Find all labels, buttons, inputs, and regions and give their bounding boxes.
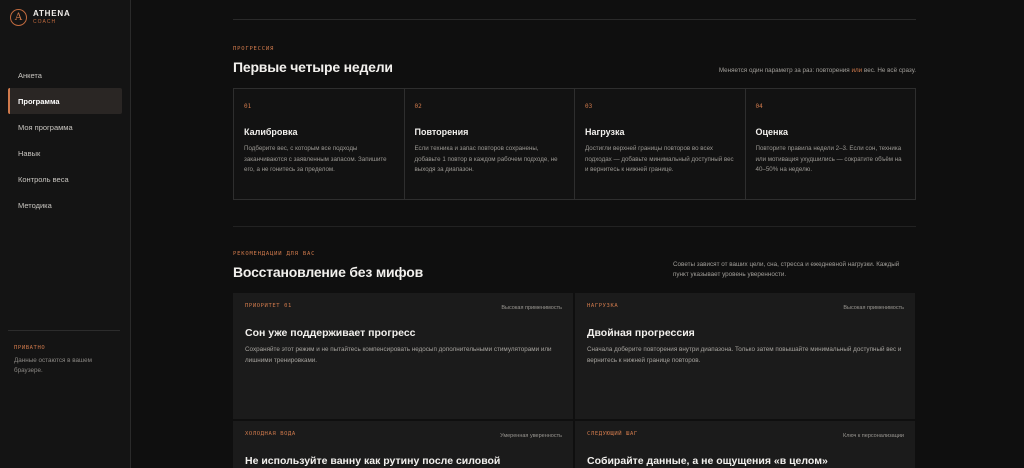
progression-steps: 01 Калибровка Подберите вес, с которым в…: [233, 88, 916, 200]
sidebar-nav: Анкета Программа Моя программа Навык Кон…: [8, 62, 122, 218]
recommendation-card[interactable]: НАГРУЗКА Высокая применимость Двойная пр…: [575, 293, 915, 419]
nav-item-weight-control[interactable]: Контроль веса: [8, 166, 122, 192]
card-text: Сначала доберите повторения внутри диапа…: [587, 346, 902, 364]
step-number: 02: [414, 103, 422, 110]
step-text: Если техника и запас повторов сохранены,…: [414, 145, 558, 173]
nav-item-program[interactable]: Программа: [8, 88, 122, 114]
step-number: 01: [244, 103, 252, 110]
nav-item-questionnaire[interactable]: Анкета: [8, 62, 122, 88]
brand-subtitle: COACH: [33, 19, 57, 25]
nav-item-my-program[interactable]: Моя программа: [8, 114, 122, 140]
progression-kicker: ПРОГРЕССИЯ: [233, 46, 275, 52]
recovery-note: Советы зависят от ваших цели, сна, стрес…: [673, 261, 900, 278]
brand-logo[interactable]: A ATHENA COACH: [10, 9, 71, 26]
progression-title: Первые четыре недели: [233, 59, 393, 75]
step-number: 03: [585, 103, 593, 110]
step-title: Повторения: [414, 127, 469, 137]
step-card: 02 Повторения Если техника и запас повто…: [405, 89, 575, 199]
card-title: Сон уже поддерживает прогресс: [245, 327, 416, 339]
step-card: 01 Калибровка Подберите вес, с которым в…: [234, 89, 405, 199]
step-number: 04: [755, 103, 763, 110]
nav-item-methodology[interactable]: Методика: [8, 192, 122, 218]
step-title: Калибровка: [244, 127, 298, 137]
privacy-text: Данные остаются в вашем браузере.: [14, 357, 92, 374]
step-text: Повторите правила недели 2–3. Если сон, …: [755, 145, 902, 173]
progression-note: Меняется один параметр за раз: повторени…: [718, 67, 916, 74]
step-title: Оценка: [755, 127, 788, 137]
privacy-label: ПРИВАТНО: [14, 345, 46, 351]
sidebar-divider: [8, 330, 120, 331]
step-card: 03 Нагрузка Достигли верхней границы пов…: [575, 89, 746, 199]
recovery-kicker: РЕКОМЕНДАЦИИ ДЛЯ ВАС: [233, 251, 316, 257]
card-confidence: Высокая применимость: [501, 305, 562, 311]
nav-item-skill[interactable]: Навык: [8, 140, 122, 166]
step-card: 04 Оценка Повторите правила недели 2–3. …: [746, 89, 916, 199]
card-title: Не используйте ванну как рутину после си…: [245, 455, 501, 467]
card-title: Двойная прогрессия: [587, 327, 695, 339]
step-text: Достигли верхней границы повторов во все…: [585, 145, 734, 173]
card-confidence: Ключ к персонализации: [843, 433, 904, 439]
recommendation-card[interactable]: ХОЛОДНАЯ ВОДА Умеренная уверенность Не и…: [233, 421, 573, 468]
step-title: Нагрузка: [585, 127, 625, 137]
brand-name: ATHENA: [33, 9, 71, 18]
card-title: Собирайте данные, а не ощущения «в целом…: [587, 455, 828, 467]
recommendation-card[interactable]: СЛЕДУЮЩИЙ ШАГ Ключ к персонализации Соби…: [575, 421, 915, 468]
recovery-title: Восстановление без мифов: [233, 264, 424, 280]
card-confidence: Высокая применимость: [843, 305, 904, 311]
card-text: Сохраняйте этот режим и не пытайтесь ком…: [245, 346, 552, 364]
top-divider: [233, 19, 916, 20]
section-divider: [233, 226, 916, 227]
logo-icon: A: [10, 9, 27, 26]
recommendation-card[interactable]: ПРИОРИТЕТ 01 Высокая применимость Сон уж…: [233, 293, 573, 419]
step-text: Подберите вес, с которым все подходы зак…: [244, 145, 387, 173]
sidebar: A ATHENA COACH Анкета Программа Моя прог…: [0, 0, 131, 468]
card-confidence: Умеренная уверенность: [500, 433, 562, 439]
